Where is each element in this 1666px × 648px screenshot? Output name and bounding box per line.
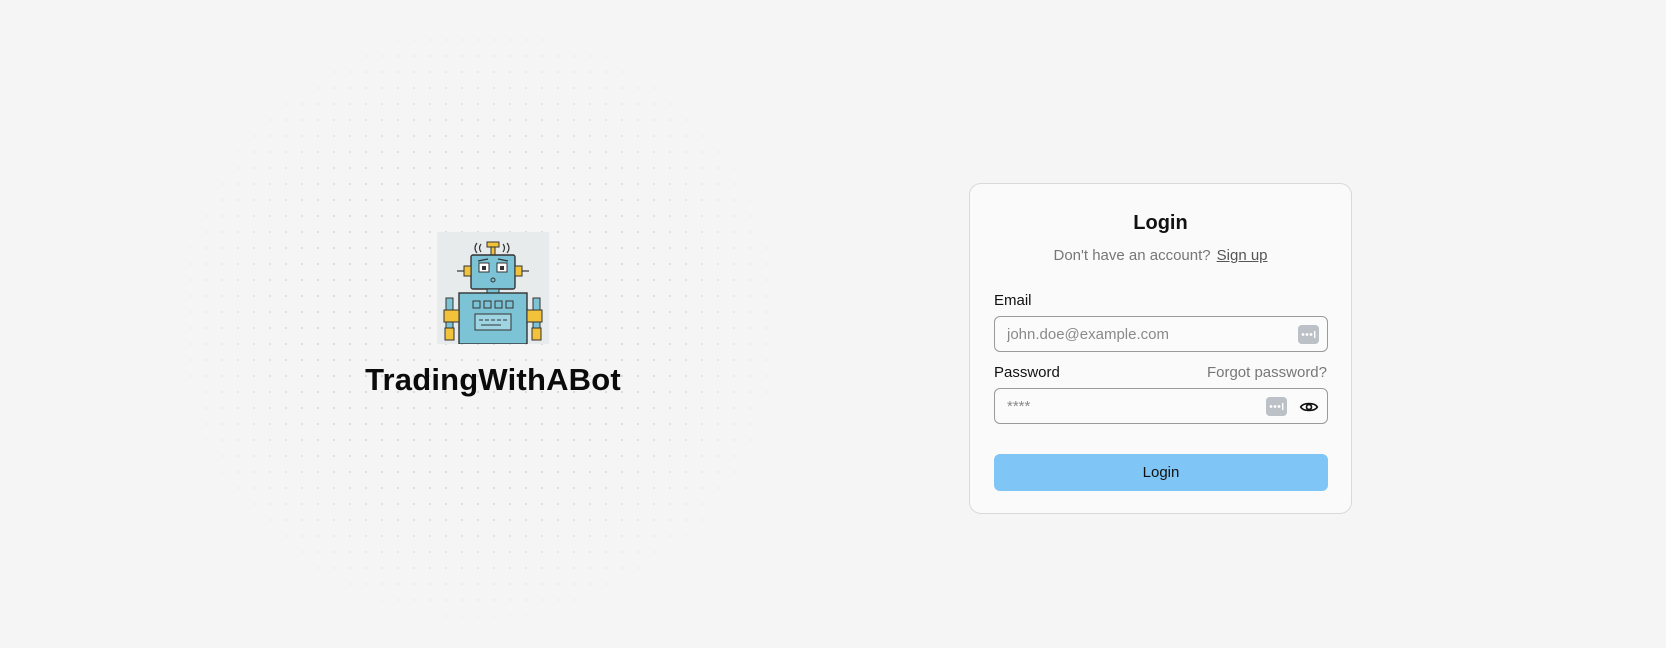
signup-prompt: Don't have an account? (1053, 247, 1211, 264)
signup-row: Don't have an account? Sign up (970, 247, 1351, 264)
forgot-password-link[interactable]: Forgot password? (1207, 364, 1327, 381)
eye-icon[interactable] (1299, 397, 1319, 417)
password-manager-icon[interactable] (1266, 397, 1287, 416)
email-input[interactable] (1007, 317, 1267, 351)
password-input[interactable] (1007, 389, 1237, 423)
login-page: TradingWithABot Login Don't have an acco… (0, 0, 1666, 648)
signup-link[interactable]: Sign up (1217, 247, 1268, 264)
brand-section: TradingWithABot (336, 232, 650, 398)
password-label: Password (994, 364, 1060, 381)
password-field-box (994, 388, 1328, 424)
email-field-box (994, 316, 1328, 352)
login-card: Login Don't have an account? Sign up Emai… (969, 183, 1352, 514)
brand-name: TradingWithABot (365, 362, 621, 397)
password-manager-icon[interactable] (1298, 325, 1319, 344)
login-title: Login (1133, 212, 1188, 234)
email-label: Email (994, 292, 1032, 309)
robot-icon (437, 232, 549, 344)
login-button[interactable]: Login (994, 454, 1328, 491)
